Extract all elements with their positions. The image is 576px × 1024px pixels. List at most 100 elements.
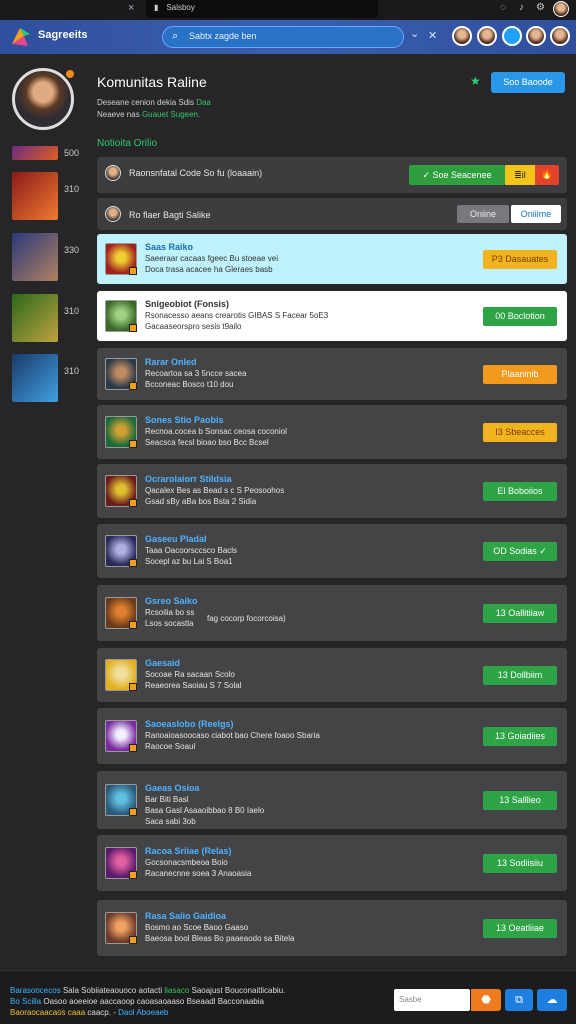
- list-item[interactable]: Sones Stio Paobis Recnoa.cocea b Sonsac c…: [97, 405, 567, 459]
- flag-button[interactable]: ≣il: [505, 165, 535, 185]
- list-item[interactable]: Racoa Sriiae (Relas) Gocsonacsmbeoa Boio R…: [97, 835, 567, 891]
- tab-title: Salsboy: [166, 3, 195, 12]
- online-toggle-button[interactable]: Oniiime: [511, 205, 561, 223]
- sidebar-item-thumb[interactable]: [12, 294, 58, 342]
- accept-button[interactable]: ✓ Soe Seacenee: [409, 165, 505, 185]
- status-dot: [64, 68, 76, 80]
- card-line-1: Gocsonacsmbeoa Boio: [145, 858, 228, 867]
- list-item[interactable]: Ocrarolaiorr Stildsia Qacalex Bes as Bead…: [97, 464, 567, 518]
- join-group-button[interactable]: 13 Goiadiies: [483, 726, 557, 746]
- page-title: Komunitas Raline: [97, 74, 207, 90]
- join-group-button[interactable]: 13 Sodiisiiu: [483, 853, 557, 873]
- search-input[interactable]: ⌕ Sabtx zagde ben: [162, 26, 404, 48]
- join-group-button[interactable]: P3 Dasauates: [483, 249, 557, 269]
- card-line-1: Qacalex Bes as Bead s c S Peosoohos: [145, 486, 285, 495]
- sidebar-item-count: 310: [64, 184, 80, 194]
- card-line-2: Doca trasa acacee ha Gleraes basb: [145, 265, 273, 274]
- join-group-button[interactable]: 13 Oeatliiae: [483, 918, 557, 938]
- cloud-button[interactable]: ☁: [537, 989, 567, 1011]
- card-line-2: Gacaaseorspro sesis t9ailo: [145, 322, 242, 331]
- flame-button[interactable]: 🔥: [535, 165, 559, 185]
- card-line-3: Saca sabi 3ob: [145, 817, 196, 826]
- card-line-1: Rsonacesso aeans crearotis GIBAS S Facea…: [145, 311, 329, 320]
- badge-icon: [129, 324, 137, 332]
- list-item[interactable]: Gsreo Saiko Rcsoilia bo ss fag cocorp foco…: [97, 585, 567, 641]
- close-icon[interactable]: ×: [128, 2, 134, 14]
- list-item[interactable]: Saoeaslobo (Reelgs) Ranoaioasoocaso ciabo…: [97, 708, 567, 764]
- list-item[interactable]: Saas Raiko Saeeraar cacaas fgeec Bu stoea…: [97, 234, 567, 284]
- avatar[interactable]: [553, 1, 569, 17]
- bell-icon[interactable]: ♪: [519, 2, 524, 13]
- group-thumbnail: [105, 475, 137, 507]
- join-group-button[interactable]: El Boboiios: [483, 481, 557, 501]
- list-item[interactable]: Rasa Saiio Gaidioa Bosmo ao Scoe Baoo Gaa…: [97, 900, 567, 956]
- friend-avatar-3[interactable]: [526, 26, 546, 46]
- group-thumbnail: [105, 300, 137, 332]
- sidebar-item-thumb[interactable]: [12, 233, 58, 281]
- card-title: Saas Raiko: [145, 242, 194, 252]
- join-group-button[interactable]: 13 Dollbiim: [483, 665, 557, 685]
- join-group-button[interactable]: 13 Salllieo: [483, 790, 557, 810]
- send-button[interactable]: ⬣: [471, 989, 501, 1011]
- sidebar-item-count: 310: [64, 306, 80, 316]
- group-thumbnail: [105, 416, 137, 448]
- group-thumbnail: [105, 535, 137, 567]
- footer-line-3: Baoraocaacaos caaa caacp. - Daol Aboeaeb: [10, 1008, 169, 1017]
- list-item[interactable]: Rarar Onled Recoartoa sa 3 5ncce sacea Bcc…: [97, 348, 567, 400]
- status-text: Ro flaer Bagti Salike: [129, 210, 211, 220]
- card-line-1: Recoartoa sa 3 5ncce sacea: [145, 369, 247, 378]
- card-title: Rasa Saiio Gaidioa: [145, 911, 227, 921]
- close-icon[interactable]: ✕: [428, 29, 437, 42]
- group-thumbnail: [105, 912, 137, 944]
- card-title: Ocrarolaiorr Stildsia: [145, 474, 232, 484]
- card-line-2: Basa Gasl Asaaoibbao 8 B0 Iaelo: [145, 806, 265, 815]
- badge-icon: [129, 499, 137, 507]
- badge-icon: [129, 621, 137, 629]
- card-line-1: Bosmo ao Scoe Baoo Gaaso: [145, 923, 249, 932]
- section-title: Notioita Orilio: [97, 138, 158, 149]
- card-line-1: Rcsoilia bo ss: [145, 608, 195, 617]
- list-item[interactable]: Snigeobiot (Fonsis) Rsonacesso aeans crea…: [97, 291, 567, 341]
- search-icon: ⌕: [172, 30, 179, 42]
- wifi-icon: ◌: [500, 2, 506, 13]
- sidebar-item-count: 330: [64, 245, 80, 255]
- card-title: Snigeobiot (Fonsis): [145, 299, 229, 309]
- join-group-button[interactable]: I3 Sbeacces: [483, 422, 557, 442]
- chat-icon[interactable]: [502, 26, 522, 46]
- list-item[interactable]: Gaseeu Pladal Taaa Oacoorsccsco Bacls Soce…: [97, 524, 567, 578]
- star-icon[interactable]: ★: [470, 74, 481, 88]
- copy-button[interactable]: ⧉: [505, 989, 533, 1011]
- avatar: [105, 165, 121, 181]
- sidebar-item-thumb[interactable]: [12, 172, 58, 220]
- join-group-button[interactable]: OD Sodias ✓: [483, 541, 557, 561]
- tab-icon: ▮: [154, 3, 159, 12]
- badge-icon: [129, 382, 137, 390]
- join-group-button[interactable]: 00 Boclotion: [483, 306, 557, 326]
- card-line-2: Gsad sBy aBa bos Bsta 2 Sidia: [145, 497, 257, 506]
- browser-tab[interactable]: ▮ Salsboy: [146, 0, 378, 18]
- gear-icon[interactable]: ⚙: [536, 2, 545, 13]
- footer-line-1: Barasoocecos Sala Sobiiateaouoco aotacti…: [10, 986, 286, 995]
- card-line-2: Baeosa bool Bleas Bo paaeaodo sa Bitela: [145, 934, 295, 943]
- message-input[interactable]: Sasbe: [394, 989, 470, 1011]
- user-avatar[interactable]: [550, 26, 570, 46]
- card-line-1: Ranoaioasoocaso ciabot bao Chere foaoo S…: [145, 731, 320, 740]
- group-thumbnail: [105, 358, 137, 390]
- card-title: Gsreo Saiko: [145, 596, 198, 606]
- join-group-button[interactable]: 13 Oallitiiaw: [483, 603, 557, 623]
- card-line-2: Racanecnne soea 3 Anaoasia: [145, 869, 252, 878]
- card-line-2: Reaeorea Saoiau S 7 Solal: [145, 681, 242, 690]
- friend-avatar-2[interactable]: [477, 26, 497, 46]
- chevron-down-icon[interactable]: ⌄: [410, 27, 419, 40]
- join-button[interactable]: Soo Baoode: [491, 72, 565, 93]
- join-group-button[interactable]: Plaaninib: [483, 364, 557, 384]
- card-line-2: Socepl az bu Lai S Boa1: [145, 557, 233, 566]
- list-item[interactable]: Gaesaid Socoae Ra sacaan Scolo Reaeorea Sa…: [97, 648, 567, 702]
- online-button[interactable]: Oniine: [457, 205, 509, 223]
- list-item[interactable]: Gaeas Osioa Bar Biti Basl Basa Gasl Asaaoi…: [97, 771, 567, 829]
- friend-avatar-1[interactable]: [452, 26, 472, 46]
- card-line-2: Raocoe Soaul: [145, 742, 196, 751]
- sidebar-item-thumb[interactable]: [12, 146, 58, 160]
- sidebar-item-thumb[interactable]: [12, 354, 58, 402]
- search-placeholder: Sabtx zagde ben: [189, 31, 257, 41]
